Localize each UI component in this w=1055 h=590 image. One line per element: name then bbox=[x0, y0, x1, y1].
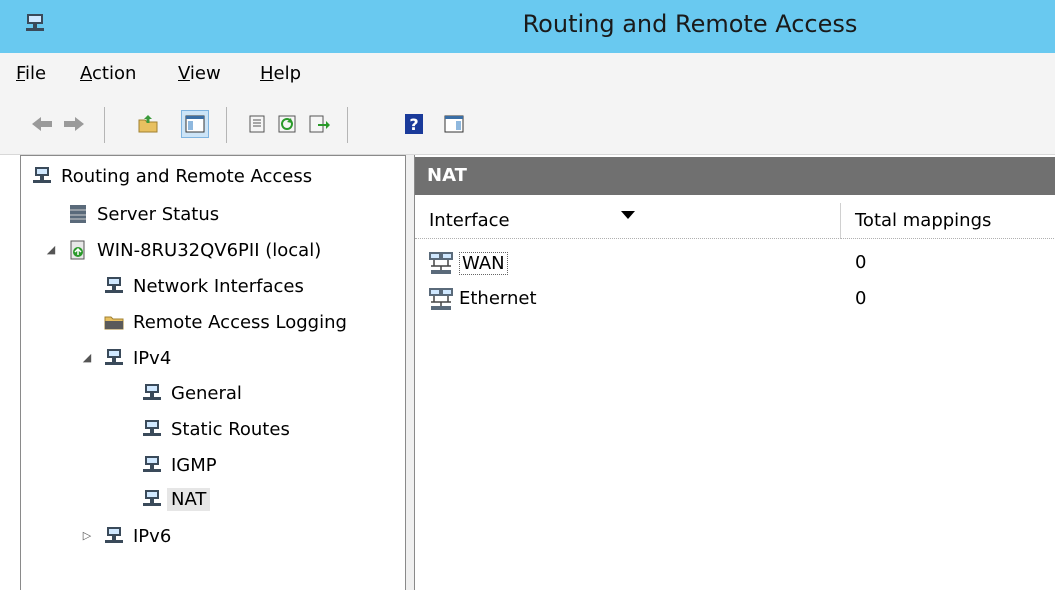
tree-item-label: Static Routes bbox=[171, 418, 290, 440]
results-pane: NAT Interface Total mappings WAN 0 Ether… bbox=[414, 155, 1055, 590]
properties-icon[interactable] bbox=[243, 110, 271, 138]
total-mappings-value: 0 bbox=[855, 252, 867, 273]
network-adapter-icon bbox=[427, 286, 455, 317]
help-icon[interactable]: ? bbox=[400, 110, 428, 138]
menu-file[interactable]: File bbox=[16, 63, 46, 84]
menu-help[interactable]: Help bbox=[260, 63, 301, 84]
tree-item-general[interactable]: General bbox=[141, 378, 242, 408]
show-hide-tree-icon[interactable] bbox=[181, 110, 209, 138]
expand-arrow-icon[interactable]: ▷ bbox=[81, 530, 93, 542]
tree-item-static-routes[interactable]: Static Routes bbox=[141, 414, 290, 444]
collapse-arrow-icon[interactable]: ◢ bbox=[45, 244, 57, 256]
folder-icon bbox=[103, 311, 125, 333]
console-tree: Routing and Remote Access Server Status … bbox=[20, 155, 406, 590]
menu-action-label: ction bbox=[92, 63, 137, 84]
pane-header: NAT bbox=[415, 157, 1055, 195]
column-header-label: Total mappings bbox=[855, 210, 992, 231]
rras-icon[interactable] bbox=[24, 12, 46, 39]
up-folder-icon[interactable] bbox=[134, 110, 162, 138]
svg-text:?: ? bbox=[409, 115, 418, 134]
toolbar-separator bbox=[226, 107, 227, 143]
network-icon bbox=[103, 525, 125, 547]
network-icon bbox=[141, 382, 163, 404]
tree-item-label: IPv6 bbox=[133, 525, 172, 547]
menu-bar: File Action View Help bbox=[0, 53, 1055, 97]
export-list-icon[interactable] bbox=[305, 110, 333, 138]
tree-item-label: Server Status bbox=[97, 203, 220, 225]
toolbar: ? bbox=[0, 97, 1055, 155]
server-icon bbox=[67, 239, 89, 261]
back-arrow-icon[interactable] bbox=[28, 110, 56, 138]
menu-action[interactable]: Action bbox=[80, 63, 136, 84]
menu-view[interactable]: View bbox=[178, 63, 221, 84]
menu-help-label: elp bbox=[273, 63, 302, 84]
tree-item-server[interactable]: WIN-8RU32QV6PII (local) bbox=[67, 235, 321, 265]
tree-item-label: IGMP bbox=[171, 454, 217, 476]
forward-arrow-icon[interactable] bbox=[60, 110, 88, 138]
menu-file-accel: F bbox=[16, 63, 26, 84]
tree-item-label: WIN-8RU32QV6PII (local) bbox=[97, 239, 322, 261]
network-icon bbox=[141, 418, 163, 440]
server-status-icon bbox=[67, 203, 89, 225]
window-title: Routing and Remote Access bbox=[522, 10, 858, 38]
network-adapter-icon bbox=[427, 250, 455, 281]
tree-item-ipv4[interactable]: IPv4 bbox=[103, 343, 171, 373]
pane-title: NAT bbox=[427, 165, 467, 186]
refresh-icon[interactable] bbox=[273, 110, 301, 138]
rras-icon bbox=[31, 165, 53, 187]
network-icon bbox=[103, 347, 125, 369]
tree-item-root[interactable]: Routing and Remote Access bbox=[31, 161, 312, 191]
table-row[interactable]: Ethernet 0 bbox=[415, 283, 1055, 317]
menu-file-label: ile bbox=[25, 63, 47, 84]
menu-help-accel: H bbox=[260, 63, 274, 84]
tree-item-label: Network Interfaces bbox=[133, 275, 304, 297]
tree-item-label: Routing and Remote Access bbox=[61, 165, 313, 187]
network-icon bbox=[103, 275, 125, 297]
pane-splitter[interactable] bbox=[406, 155, 414, 590]
tree-item-server-status[interactable]: Server Status bbox=[67, 199, 219, 229]
menu-view-accel: V bbox=[178, 63, 190, 84]
tree-item-nat[interactable]: NAT bbox=[141, 484, 211, 514]
menu-action-accel: A bbox=[80, 63, 92, 84]
menu-view-label: iew bbox=[189, 63, 221, 84]
network-icon bbox=[141, 488, 163, 510]
tree-item-ipv6[interactable]: IPv6 bbox=[103, 521, 171, 551]
column-header-total-mappings[interactable]: Total mappings bbox=[841, 203, 1055, 239]
interface-name: WAN bbox=[459, 252, 508, 275]
tree-item-label: IPv4 bbox=[133, 347, 172, 369]
show-action-pane-icon[interactable] bbox=[440, 110, 468, 138]
total-mappings-value: 0 bbox=[855, 288, 867, 309]
tree-item-label: General bbox=[171, 382, 242, 404]
toolbar-separator bbox=[347, 107, 348, 143]
interface-name: Ethernet bbox=[459, 288, 537, 309]
network-icon bbox=[141, 454, 163, 476]
tree-item-label: Remote Access Logging bbox=[133, 311, 347, 333]
collapse-arrow-icon[interactable]: ◢ bbox=[81, 352, 93, 364]
tree-item-label: NAT bbox=[167, 487, 211, 511]
tree-item-remote-access-logging[interactable]: Remote Access Logging bbox=[103, 307, 347, 337]
sort-arrow-icon bbox=[621, 211, 635, 219]
column-header-label: Interface bbox=[429, 210, 510, 231]
tree-item-igmp[interactable]: IGMP bbox=[141, 450, 217, 480]
tree-item-network-interfaces[interactable]: Network Interfaces bbox=[103, 271, 304, 301]
column-header-interface[interactable]: Interface bbox=[415, 203, 841, 239]
title-bar: Routing and Remote Access bbox=[0, 0, 1055, 53]
table-row[interactable]: WAN 0 bbox=[415, 247, 1055, 281]
toolbar-separator bbox=[104, 107, 105, 143]
